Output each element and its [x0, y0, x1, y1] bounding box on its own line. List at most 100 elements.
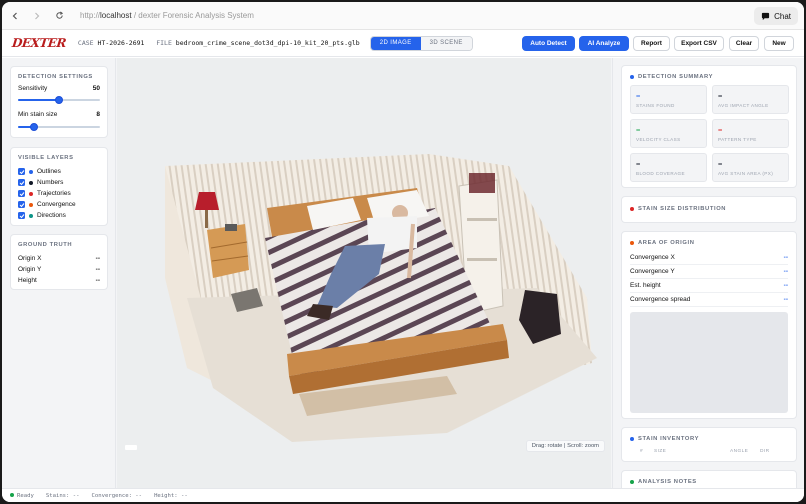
status-ready-text: Ready	[17, 492, 34, 499]
ready-indicator-icon	[10, 492, 14, 497]
origin-value: --	[783, 254, 788, 261]
gt-label: Height	[18, 277, 37, 284]
page-title: dexter Forensic Analysis System	[138, 11, 254, 20]
area-of-origin-title: Area of Origin	[638, 240, 695, 246]
scene-viewport[interactable]: Drag: rotate | Scroll: zoom	[117, 58, 611, 488]
visible-layers-card: Visible Layers Outlines Numbers	[10, 147, 108, 226]
url-scheme: http://	[80, 11, 101, 20]
browser-chrome: http://localhost / dexter Forensic Analy…	[2, 2, 804, 30]
stat-label: Avg impact angle	[718, 103, 769, 108]
layer-outlines[interactable]: Outlines	[18, 166, 76, 177]
slider-thumb[interactable]	[55, 96, 63, 104]
layer-label: Numbers	[37, 179, 64, 186]
layer-label: Trajectories	[37, 190, 71, 197]
section-dot	[630, 241, 634, 245]
directions-color-dot	[29, 213, 33, 218]
origin-value: --	[783, 282, 788, 289]
status-stains: Stains: --	[45, 492, 80, 499]
layer-list: Outlines Numbers Trajectories Convergenc…	[18, 166, 76, 221]
tab-3d-scene[interactable]: 3D SCENE	[420, 36, 472, 50]
stain-inventory-card: Stain Inventory # Size Angle Dir	[621, 427, 797, 462]
stat-avg-stain-area: -- Avg stain area (px)	[712, 153, 789, 182]
layer-numbers[interactable]: Numbers	[18, 177, 76, 188]
gt-label: Origin Y	[18, 266, 42, 273]
stain-size-distribution-header: Stain Size Distribution	[630, 206, 726, 212]
inventory-col-dir: Dir	[760, 449, 770, 454]
gt-label: Origin X	[18, 255, 42, 262]
origin-convergence-y: Convergence Y --	[630, 265, 788, 279]
stat-label: Velocity class	[636, 137, 681, 142]
section-dot	[630, 207, 634, 211]
sensitivity-value: 50	[92, 85, 100, 92]
reload-icon[interactable]	[50, 7, 68, 25]
tab-2d-image[interactable]: 2D IMAGE	[370, 36, 421, 50]
layer-label: Directions	[37, 212, 66, 219]
checkbox-outlines[interactable]	[18, 168, 25, 175]
min-stain-slider[interactable]	[18, 123, 100, 131]
dexter-logo: DEXTER	[11, 36, 67, 50]
chat-button[interactable]: Chat	[754, 7, 798, 25]
origin-plot-placeholder	[630, 312, 788, 413]
origin-label: Est. height	[630, 282, 661, 289]
stat-stains-found: -- Stains found	[630, 85, 707, 114]
ground-truth-card: Ground Truth Origin X -- Origin Y -- Hei…	[10, 234, 108, 290]
layer-convergence[interactable]: Convergence	[18, 199, 76, 210]
stat-pattern-type: -- Pattern type	[712, 119, 789, 148]
stain-inventory-header: Stain Inventory	[630, 436, 699, 442]
sensitivity-row: Sensitivity 50	[18, 85, 100, 92]
address-bar[interactable]: http://localhost / dexter Forensic Analy…	[80, 11, 254, 20]
layer-trajectories[interactable]: Trajectories	[18, 188, 76, 199]
stat-label: Stains found	[636, 103, 675, 108]
new-button[interactable]: New	[764, 36, 794, 51]
ai-analyze-button[interactable]: AI Analyze	[579, 36, 629, 51]
origin-label: Convergence spread	[630, 296, 691, 303]
stain-size-distribution-card[interactable]: Stain Size Distribution	[621, 196, 797, 223]
visible-layers-title: Visible Layers	[18, 155, 74, 161]
area-of-origin-card: Area of Origin Convergence X -- Converge…	[621, 231, 797, 419]
gt-origin-x: Origin X --	[18, 253, 100, 264]
min-stain-row: Min stain size 8	[18, 111, 100, 118]
case-id: HT-2026-2691	[97, 39, 145, 47]
checkbox-trajectories[interactable]	[18, 190, 25, 197]
report-button[interactable]: Report	[633, 36, 670, 51]
right-panel: Detection Summary -- Stains found -- Avg…	[612, 58, 804, 488]
checkbox-convergence[interactable]	[18, 201, 25, 208]
stat-label: Avg stain area (px)	[718, 171, 774, 176]
sensitivity-slider[interactable]	[18, 96, 100, 104]
auto-detect-button[interactable]: Auto Detect	[522, 36, 575, 51]
origin-est-height: Est. height --	[630, 279, 788, 293]
checkbox-numbers[interactable]	[18, 179, 25, 186]
file-label: FILE	[156, 39, 172, 47]
layer-directions[interactable]: Directions	[18, 210, 76, 221]
detection-settings-card: Detection Settings Sensitivity 50 Min st…	[10, 66, 108, 138]
back-icon[interactable]	[6, 7, 24, 25]
stat-label: Pattern type	[718, 137, 757, 142]
numbers-color-dot	[29, 180, 33, 185]
slider-thumb[interactable]	[30, 123, 38, 131]
app-window: http://localhost / dexter Forensic Analy…	[2, 2, 804, 502]
stat-label: Blood coverage	[636, 171, 685, 176]
stat-blood-coverage: -- Blood coverage	[630, 153, 707, 182]
section-dot	[630, 437, 634, 441]
checkbox-directions[interactable]	[18, 212, 25, 219]
slider-fill	[18, 99, 59, 101]
gt-origin-y: Origin Y --	[18, 264, 100, 275]
stat-value: --	[636, 125, 640, 134]
section-dot	[630, 480, 634, 484]
app-toolbar: DEXTER CASE HT-2026-2691 FILE bedroom_cr…	[2, 30, 804, 57]
forward-icon[interactable]	[28, 7, 46, 25]
export-csv-button[interactable]: Export CSV	[674, 36, 724, 51]
gt-value: --	[95, 277, 100, 284]
status-bar: Ready Stains: -- Convergence: -- Height:…	[2, 488, 804, 502]
case-label: CASE	[77, 39, 94, 47]
origin-value: --	[783, 268, 788, 275]
left-panel: Detection Settings Sensitivity 50 Min st…	[2, 58, 116, 488]
lamp-shade	[195, 192, 219, 210]
stat-value: --	[718, 91, 722, 100]
clear-button[interactable]: Clear	[729, 36, 759, 51]
analysis-notes-card: Analysis Notes	[621, 470, 797, 488]
origin-value: --	[783, 296, 788, 303]
min-stain-label: Min stain size	[18, 111, 58, 118]
gt-value: --	[95, 255, 100, 262]
ground-truth-list: Origin X -- Origin Y -- Height --	[18, 253, 100, 286]
